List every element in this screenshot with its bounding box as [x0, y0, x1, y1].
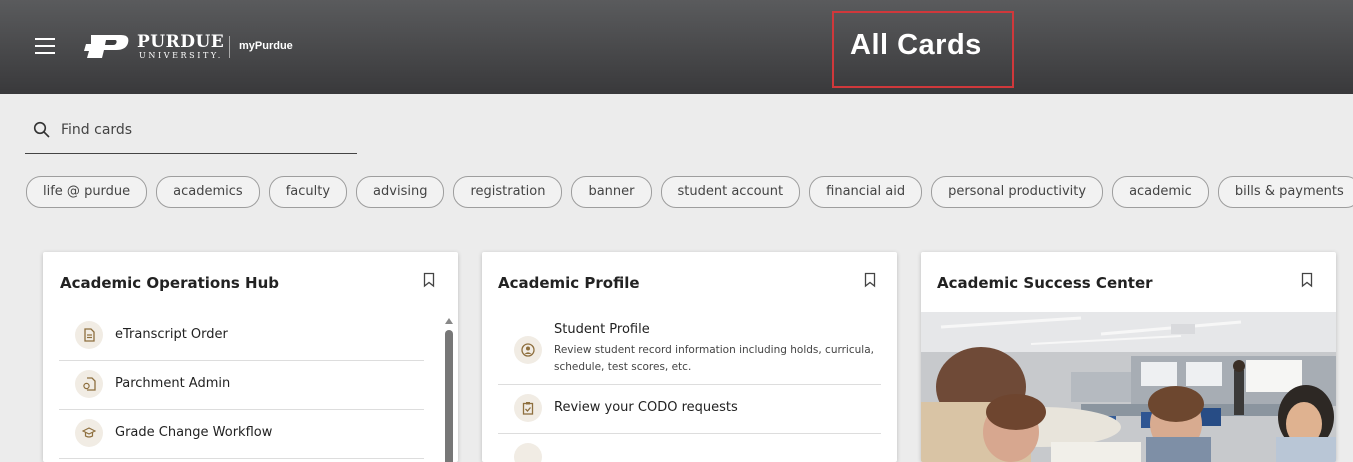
chip-financial-aid[interactable]: financial aid: [809, 176, 923, 208]
card-academic-profile: Academic Profile Student Profile Review …: [482, 252, 897, 462]
chip-registration[interactable]: registration: [453, 176, 563, 208]
app-name: myPurdue: [239, 40, 293, 52]
purdue-p-logo-icon: [84, 35, 129, 58]
list-item-label: Parchment Admin: [115, 376, 231, 391]
list-item-label: Grade Change Workflow: [115, 425, 273, 440]
chip-student-account[interactable]: student account: [660, 176, 801, 208]
page-title: All Cards: [850, 29, 982, 61]
card-title: Academic Profile: [498, 274, 640, 292]
user-profile-icon: [514, 336, 542, 364]
card-academic-operations-hub: Academic Operations Hub eTranscript Orde…: [43, 252, 458, 462]
card-scrollbar[interactable]: [445, 318, 453, 462]
document-icon: [75, 321, 103, 349]
logo-wordmark: PURDUE: [137, 32, 225, 52]
list-item-label: Review your CODO requests: [554, 400, 738, 415]
scroll-thumb[interactable]: [445, 330, 453, 462]
chip-personal-productivity[interactable]: personal productivity: [931, 176, 1104, 208]
clipboard-check-icon: [514, 394, 542, 422]
chip-life-at-purdue[interactable]: life @ purdue: [26, 176, 148, 208]
chip-banner[interactable]: banner: [571, 176, 652, 208]
list-item-partial[interactable]: [498, 434, 881, 462]
search-box: [25, 110, 357, 154]
chip-bills-payments[interactable]: bills & payments: [1217, 176, 1353, 208]
graduation-cap-icon: [75, 419, 103, 447]
tag-filter-chips: life @ purdue academics faculty advising reg…: [26, 176, 1353, 208]
list-item-etranscript-order[interactable]: eTranscript Order: [59, 312, 424, 361]
admin-document-icon: [75, 370, 103, 398]
list-item-review-codo-requests[interactable]: Review your CODO requests: [498, 385, 881, 434]
search-icon: [33, 121, 50, 138]
list-item-label: Student Profile: [554, 322, 650, 337]
list-item-grade-change-workflow[interactable]: Grade Change Workflow: [59, 410, 424, 459]
list-item-parchment-admin[interactable]: Parchment Admin: [59, 361, 424, 410]
logo-divider: [229, 36, 230, 58]
bookmark-icon[interactable]: [864, 272, 876, 288]
search-input[interactable]: [61, 119, 341, 141]
list-item-student-profile[interactable]: Student Profile Review student record in…: [498, 312, 881, 385]
chip-advising[interactable]: advising: [356, 176, 445, 208]
card-academic-success-center: Academic Success Center: [921, 252, 1336, 462]
chip-academic[interactable]: academic: [1112, 176, 1209, 208]
list-item-icon: [514, 443, 542, 462]
hamburger-menu-icon[interactable]: [35, 38, 55, 54]
card-title: Academic Success Center: [937, 274, 1153, 292]
study-room-photo: [921, 312, 1336, 462]
card-title: Academic Operations Hub: [60, 274, 280, 292]
list-item-description: Review student record information includ…: [554, 344, 874, 373]
bookmark-icon[interactable]: [1301, 272, 1313, 288]
list-item-label: eTranscript Order: [115, 327, 228, 342]
bookmark-icon[interactable]: [423, 272, 435, 288]
top-bar: PURDUE UNIVERSITY. myPurdue All Cards: [0, 0, 1353, 94]
chip-faculty[interactable]: faculty: [268, 176, 348, 208]
chip-academics[interactable]: academics: [156, 176, 260, 208]
scroll-up-arrow-icon[interactable]: [445, 318, 453, 324]
logo-subtitle: UNIVERSITY.: [139, 51, 223, 60]
